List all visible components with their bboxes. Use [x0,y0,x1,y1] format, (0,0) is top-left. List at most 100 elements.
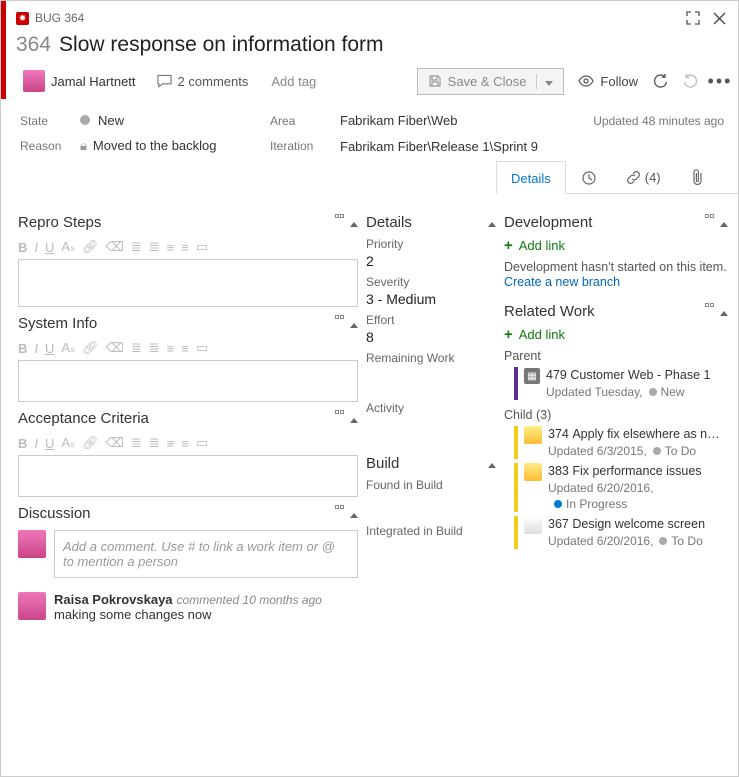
outdent-button[interactable]: ≡ [167,240,175,255]
maximize-icon[interactable] [684,9,702,27]
work-item-bar [514,367,518,400]
refresh-button[interactable] [652,73,668,89]
development-header: Development [504,214,728,231]
comment-author: Raisa Pokrovskaya [54,592,173,607]
save-dropdown-caret[interactable] [536,74,553,89]
maximize-section-icon[interactable] [335,214,344,231]
discussion-entry: Raisa Pokrovskaya commented 10 months ago… [18,592,358,622]
watch-icon [578,75,594,87]
related-item[interactable]: 367 Design welcome screen Updated 6/20/2… [514,516,728,549]
comment-meta: commented 10 months ago [177,593,322,607]
collapse-icon[interactable] [488,214,496,231]
reason-label: Reason [20,139,80,153]
image-button[interactable]: ▭ [196,239,208,255]
assignee-picker[interactable]: Jamal Hartnett [16,67,143,95]
clear-format-button[interactable]: ⌫ [105,239,123,255]
collapse-icon[interactable] [350,214,358,231]
create-branch-link[interactable]: Create a new branch [504,275,620,289]
links-count: (4) [645,170,661,185]
integrated-in-build-label: Integrated in Build [366,524,496,538]
avatar [18,530,46,558]
bold-button[interactable]: B [18,240,27,255]
maximize-section-icon[interactable] [335,505,344,522]
add-tag-button[interactable]: Add tag [262,70,325,93]
state-dot-icon [554,500,562,508]
link-button[interactable]: 🔗︎ [82,239,99,255]
bug-icon: ✸ [16,12,29,25]
reason-value[interactable]: 🔒︎Moved to the backlog [80,138,270,154]
follow-button[interactable]: Follow [578,74,638,89]
state-dot-icon [653,447,661,455]
avatar [524,426,542,444]
link-icon [626,170,641,185]
comments-link[interactable]: 2 comments [157,74,249,89]
maximize-section-icon[interactable] [335,315,344,332]
save-icon [428,74,442,88]
child-label: Child (3) [504,408,728,422]
work-item-title[interactable]: 364Slow response on information form [16,33,728,57]
dev-empty-text: Development hasn't started on this item. [504,260,728,274]
add-link-button[interactable]: +Add link [504,237,728,254]
details-section-header: Details [366,214,496,231]
save-close-button[interactable]: Save & Close [417,68,565,95]
undo-button[interactable] [682,73,698,89]
rich-text-toolbar: BIU Aₛ 🔗︎ ⌫ ≣ ≣ ≡ ≡ ▭ [18,237,358,259]
plus-icon: + [504,237,513,254]
state-label: State [20,114,80,128]
collapse-icon[interactable] [720,214,728,231]
discussion-header: Discussion [18,505,358,522]
state-dot-icon [659,537,667,545]
work-item-type-id: BUG 364 [35,11,84,25]
tab-links[interactable]: (4) [611,160,676,193]
acceptance-criteria-editor[interactable] [18,455,358,497]
severity-value[interactable]: 3 - Medium [366,291,496,307]
build-section-header: Build [366,455,496,472]
repro-steps-header: Repro Steps [18,214,358,231]
tab-attachments[interactable] [676,160,719,193]
system-info-editor[interactable] [18,360,358,402]
collapse-icon[interactable] [350,410,358,427]
underline-button[interactable]: U [45,240,54,255]
updated-text: Updated 48 minutes ago [593,114,724,128]
effort-label: Effort [366,313,496,327]
repro-steps-editor[interactable] [18,259,358,307]
tab-history[interactable] [566,160,611,193]
collapse-icon[interactable] [720,303,728,320]
area-value[interactable]: Fabrikam Fiber\Web [340,113,593,128]
collapse-icon[interactable] [350,315,358,332]
effort-value[interactable]: 8 [366,329,496,345]
close-icon[interactable] [710,9,728,27]
found-in-build-value[interactable] [366,494,496,510]
related-item[interactable]: 383 Fix performance issues Updated 6/20/… [514,463,728,512]
maximize-section-icon[interactable] [705,214,714,231]
iteration-value[interactable]: Fabrikam Fiber\Release 1\Sprint 9 [340,139,593,154]
related-item[interactable]: ▦ 479 Customer Web - Phase 1 Updated Tue… [514,367,728,400]
indent-button[interactable]: ≡ [181,240,189,255]
attachment-icon [691,169,704,185]
font-button[interactable]: Aₛ [61,239,75,255]
collapse-icon[interactable] [350,505,358,522]
priority-value[interactable]: 2 [366,253,496,269]
maximize-section-icon[interactable] [705,303,714,320]
tab-details[interactable]: Details [496,161,566,194]
comment-input[interactable]: Add a comment. Use # to link a work item… [54,530,358,578]
comment-icon [157,74,172,88]
activity-value[interactable] [366,417,496,433]
plus-icon: + [504,326,513,343]
italic-button[interactable]: I [34,240,38,255]
collapse-icon[interactable] [488,455,496,472]
add-link-button[interactable]: +Add link [504,326,728,343]
rich-text-toolbar: BIU Aₛ🔗︎⌫ ≣≣≡≡ ▭ [18,433,358,455]
related-item[interactable]: 374 Apply fix elsewhere as needed Update… [514,426,728,459]
state-value[interactable]: New [80,113,270,128]
work-item-bar [514,516,518,549]
work-item-bar [514,426,518,459]
parent-label: Parent [504,349,728,363]
maximize-section-icon[interactable] [335,410,344,427]
numbering-button[interactable]: ≣ [149,239,160,255]
bullets-button[interactable]: ≣ [131,239,142,255]
rich-text-toolbar: BIU Aₛ🔗︎⌫ ≣≣≡≡ ▭ [18,338,358,360]
follow-label: Follow [600,74,638,89]
more-actions-button[interactable]: ••• [712,73,728,89]
remaining-work-value[interactable] [366,367,496,383]
